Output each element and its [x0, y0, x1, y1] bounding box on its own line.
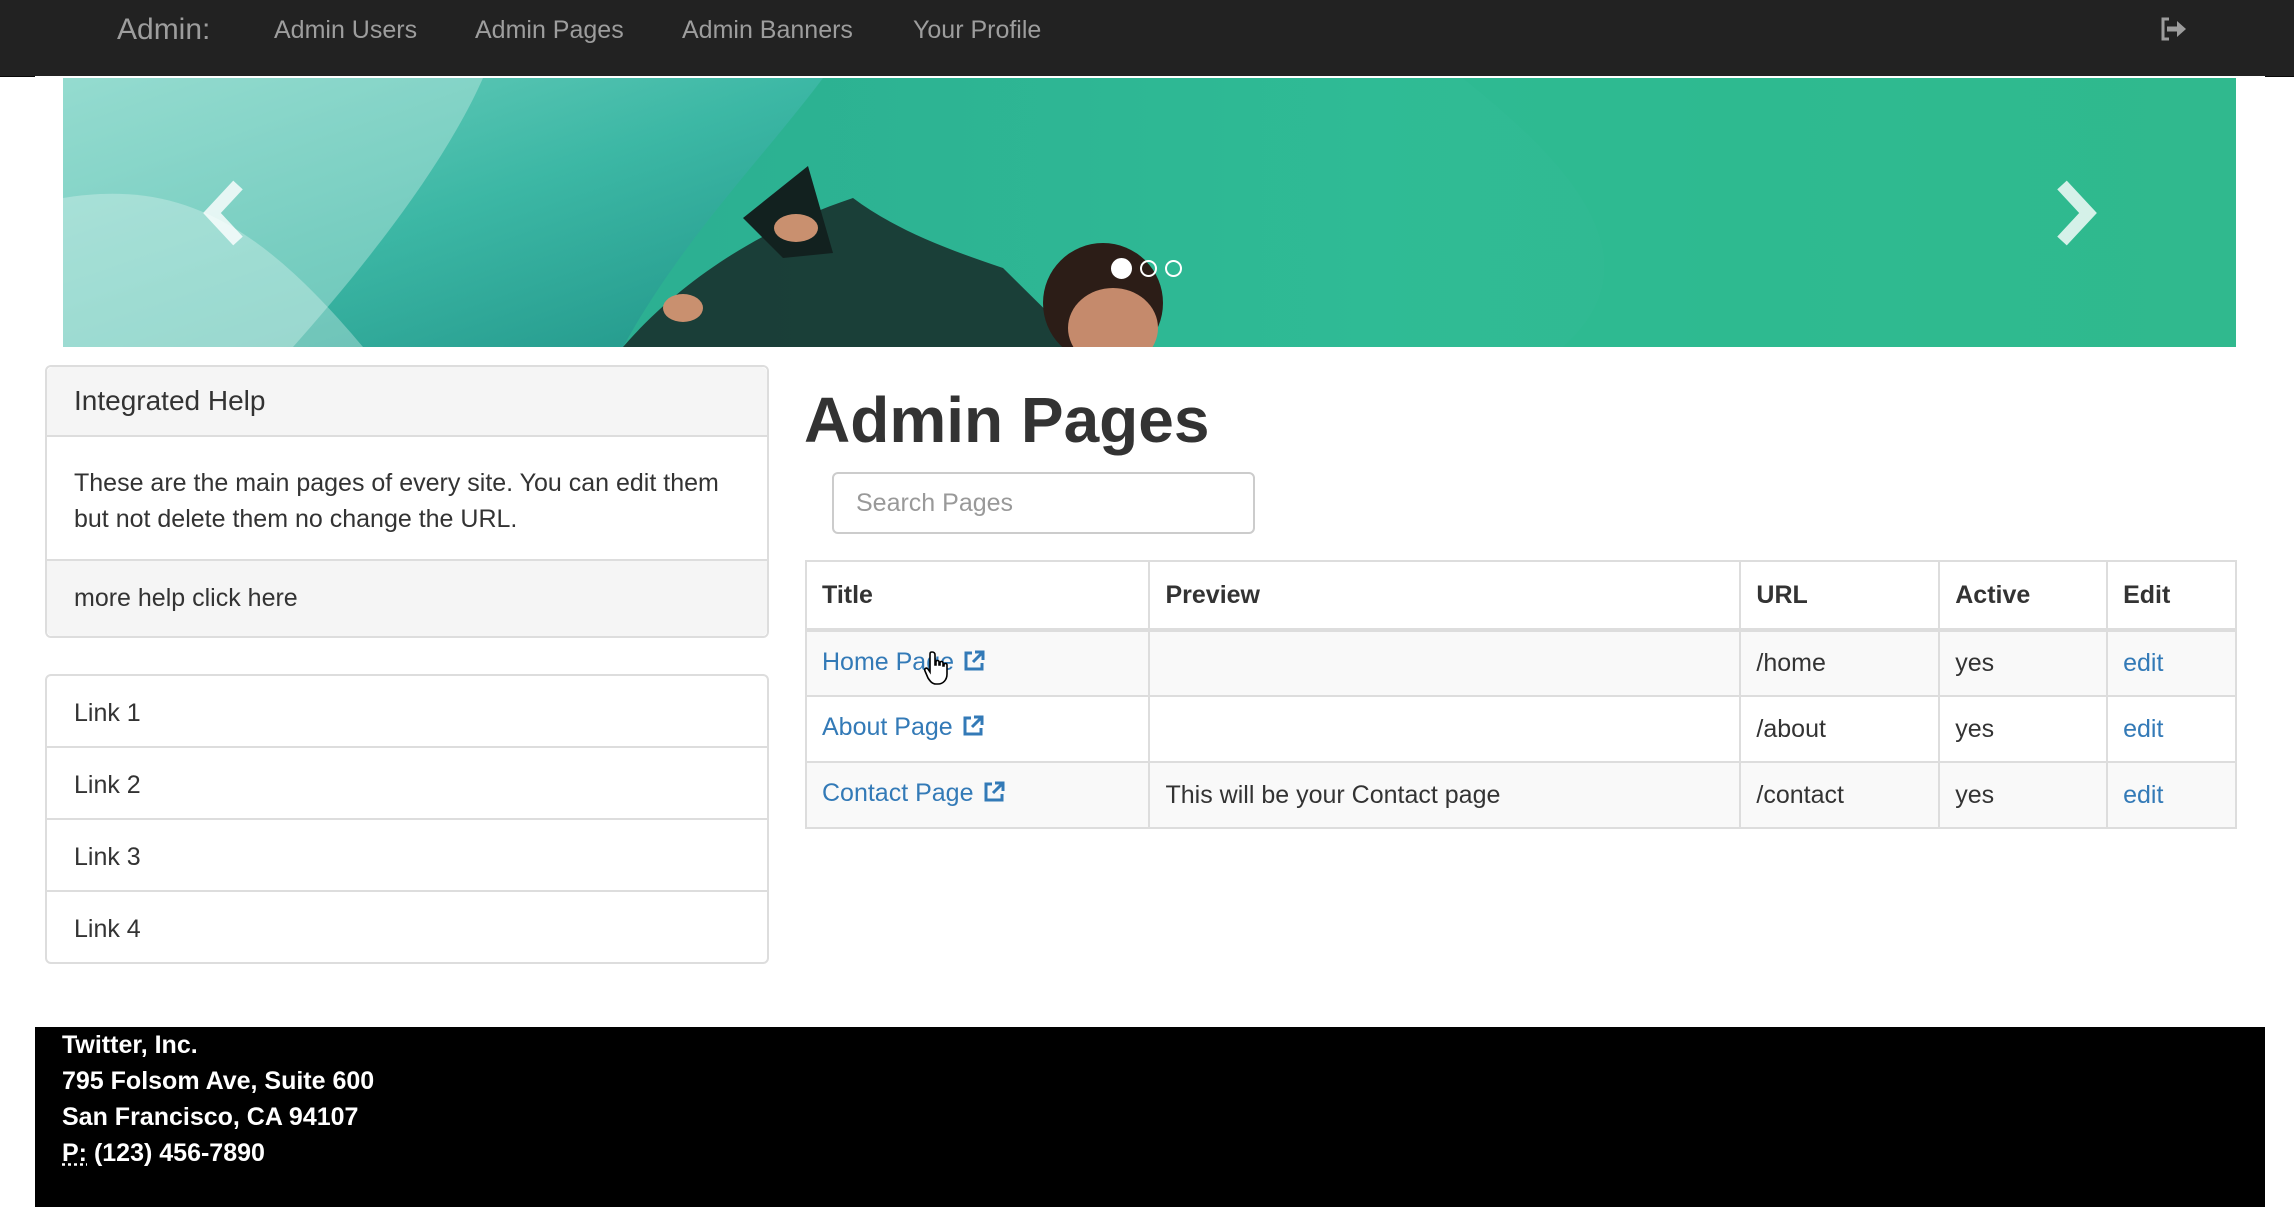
- external-link-icon[interactable]: [982, 780, 1006, 811]
- active-cell: yes: [1938, 761, 2109, 829]
- title-cell: Contact Page: [804, 761, 1151, 829]
- nav-item-admin-pages[interactable]: Admin Pages: [475, 0, 624, 60]
- preview-cell: [1148, 695, 1742, 763]
- table-header-row: Title Preview URL Active Edit: [804, 560, 2237, 632]
- company-name: Twitter, Inc.: [62, 1031, 198, 1059]
- table-row: Home Page /home yes edit: [804, 629, 2237, 697]
- carousel-indicator[interactable]: [1111, 258, 1132, 279]
- nav-item-admin-users[interactable]: Admin Users: [274, 0, 417, 60]
- url-cell: /about: [1739, 695, 1941, 763]
- edit-cell: edit: [2106, 695, 2237, 763]
- edit-link[interactable]: edit: [2123, 649, 2163, 677]
- nav-item-your-profile[interactable]: Your Profile: [913, 0, 1041, 60]
- preview-cell: [1148, 629, 1742, 697]
- external-link-icon[interactable]: [962, 649, 986, 680]
- page-footer: Twitter, Inc. 795 Folsom Ave, Suite 600 …: [35, 1027, 2265, 1207]
- external-link-icon[interactable]: [961, 714, 985, 745]
- carousel-indicators: [1111, 258, 1182, 284]
- banner-carousel: [63, 78, 2236, 347]
- url-cell: /home: [1739, 629, 1941, 697]
- nav-item-admin-banners[interactable]: Admin Banners: [682, 0, 853, 60]
- page-title: Admin Pages: [804, 384, 1210, 456]
- top-navbar: Admin: Admin Users Admin Pages Admin Ban…: [0, 0, 2294, 77]
- table-row: About Page /about yes edit: [804, 695, 2237, 763]
- help-panel-heading: Integrated Help: [47, 367, 767, 437]
- active-cell: yes: [1938, 629, 2109, 697]
- navbar-brand[interactable]: Admin:: [117, 0, 210, 60]
- list-item-link-4[interactable]: Link 4: [45, 890, 769, 964]
- page-title-link[interactable]: Contact Page: [822, 779, 974, 807]
- url-cell: /contact: [1739, 761, 1941, 829]
- table-row: Contact Page This will be your Contact p…: [804, 761, 2237, 829]
- banner-image: [63, 78, 2236, 347]
- link-list: Link 1 Link 2 Link 3 Link 4: [45, 674, 769, 964]
- search-input[interactable]: [832, 472, 1255, 534]
- pages-table: Title Preview URL Active Edit Home Page …: [804, 560, 2237, 829]
- edit-link[interactable]: edit: [2123, 715, 2163, 743]
- page-title-link[interactable]: Home Page: [822, 648, 954, 676]
- active-cell: yes: [1938, 695, 2109, 763]
- phone-number: (123) 456-7890: [93, 1139, 265, 1167]
- edit-cell: edit: [2106, 629, 2237, 697]
- page-title-link[interactable]: About Page: [822, 713, 953, 741]
- edit-link[interactable]: edit: [2123, 781, 2163, 809]
- edit-cell: edit: [2106, 761, 2237, 829]
- address-street: 795 Folsom Ave, Suite 600: [62, 1067, 375, 1095]
- address-city: San Francisco, CA 94107: [62, 1103, 359, 1131]
- carousel-next-button[interactable]: [2040, 173, 2110, 253]
- carousel-prev-button[interactable]: [190, 173, 260, 253]
- sign-out-icon[interactable]: [2156, 13, 2188, 45]
- list-item-link-1[interactable]: Link 1: [45, 674, 769, 748]
- help-panel: Integrated Help These are the main pages…: [45, 365, 769, 638]
- phone-label: P:: [62, 1139, 87, 1167]
- chevron-right-icon: [2057, 180, 2097, 246]
- column-header-active: Active: [1938, 560, 2109, 632]
- phone-line: P: (123) 456-7890: [62, 1135, 374, 1171]
- column-header-preview: Preview: [1148, 560, 1742, 632]
- title-cell: About Page: [804, 695, 1151, 763]
- chevron-left-icon: [203, 180, 243, 246]
- column-header-edit: Edit: [2106, 560, 2237, 632]
- column-header-url: URL: [1739, 560, 1941, 632]
- list-item-link-2[interactable]: Link 2: [45, 746, 769, 820]
- column-header-title: Title: [804, 560, 1151, 632]
- list-item-link-3[interactable]: Link 3: [45, 818, 769, 892]
- carousel-indicator[interactable]: [1140, 260, 1157, 277]
- preview-cell: This will be your Contact page: [1148, 761, 1742, 829]
- title-cell: Home Page: [804, 629, 1151, 697]
- company-address: Twitter, Inc. 795 Folsom Ave, Suite 600 …: [62, 1027, 374, 1171]
- help-panel-body: These are the main pages of every site. …: [47, 437, 767, 561]
- carousel-indicator[interactable]: [1165, 260, 1182, 277]
- more-help-link[interactable]: more help click here: [47, 561, 767, 636]
